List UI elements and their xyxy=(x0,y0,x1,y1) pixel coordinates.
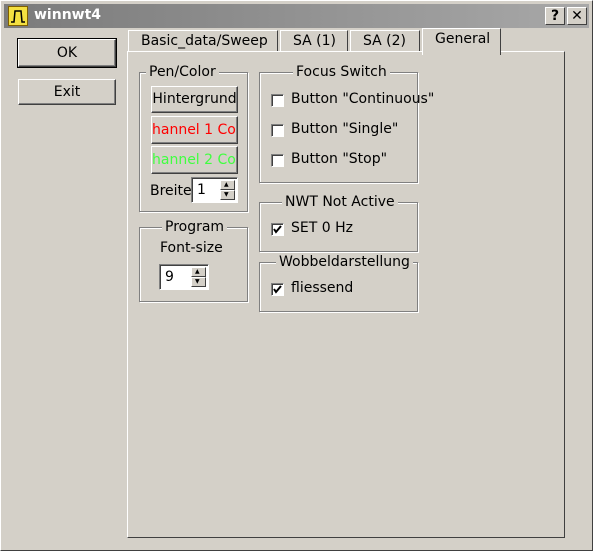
program-group: Program Font-size 9 ▲ ▼ xyxy=(139,219,248,302)
continuous-checkbox[interactable] xyxy=(271,94,284,107)
width-label: Breite xyxy=(150,183,192,199)
set-0hz-checkbox[interactable] xyxy=(271,223,284,236)
channel-2-color-button[interactable]: hannel 2 Colo xyxy=(151,146,238,174)
wobbel-title: Wobbeldarstellung xyxy=(276,254,413,270)
stop-label: Button "Stop" xyxy=(291,151,388,167)
focus-switch-title: Focus Switch xyxy=(293,64,390,80)
font-size-label: Font-size xyxy=(160,240,223,256)
wobbel-group: Wobbeldarstellung fliessend xyxy=(259,254,418,312)
program-title: Program xyxy=(162,219,228,235)
single-checkbox[interactable] xyxy=(271,124,284,137)
tab-general[interactable]: General xyxy=(422,28,501,55)
channel-1-color-button[interactable]: hannel 1 Colo xyxy=(151,116,238,144)
title-bar[interactable]: winnwt4 ? ✕ xyxy=(4,4,589,28)
dialog-window: winnwt4 ? ✕ OK Exit Basic_data/Sweep SA … xyxy=(0,0,593,551)
tab-label: SA (2) xyxy=(363,33,407,49)
close-button[interactable]: ✕ xyxy=(567,7,587,25)
focus-switch-group: Focus Switch Button "Continuous" Button … xyxy=(259,64,434,183)
width-value: 1 xyxy=(197,182,206,198)
font-size-value: 9 xyxy=(165,269,174,285)
checkmark-icon xyxy=(273,225,282,234)
continuous-label: Button "Continuous" xyxy=(291,91,435,107)
pen-color-group: Pen/Color Hintergrund hannel 1 Colo hann… xyxy=(139,64,248,212)
window-title: winnwt4 xyxy=(34,7,102,23)
tab-basic-data-sweep[interactable]: Basic_data/Sweep xyxy=(128,30,278,52)
pen-color-title: Pen/Color xyxy=(146,64,219,80)
nwt-not-active-title: NWT Not Active xyxy=(282,194,398,210)
spin-down-icon[interactable]: ▼ xyxy=(220,190,235,200)
spin-up-icon[interactable]: ▲ xyxy=(191,267,206,277)
background-color-button[interactable]: Hintergrund xyxy=(151,86,238,113)
tab-sa-2[interactable]: SA (2) xyxy=(350,30,420,52)
exit-button[interactable]: Exit xyxy=(18,79,116,105)
general-tab-panel: Pen/Color Hintergrund hannel 1 Colo hann… xyxy=(127,51,565,538)
spin-up-icon[interactable]: ▲ xyxy=(220,180,235,190)
app-icon xyxy=(8,6,28,26)
tab-label: Basic_data/Sweep xyxy=(141,33,268,49)
tab-sa-1[interactable]: SA (1) xyxy=(280,30,348,52)
stop-checkbox[interactable] xyxy=(271,154,284,167)
font-size-spinbox[interactable]: 9 ▲ ▼ xyxy=(159,264,209,290)
help-button[interactable]: ? xyxy=(545,7,565,25)
set-0hz-label: SET 0 Hz xyxy=(291,220,353,236)
width-spinbox[interactable]: 1 ▲ ▼ xyxy=(191,177,238,203)
spin-down-icon[interactable]: ▼ xyxy=(191,277,206,287)
single-label: Button "Single" xyxy=(291,121,399,137)
nwt-not-active-group: NWT Not Active SET 0 Hz xyxy=(259,194,418,252)
fliessend-label: fliessend xyxy=(291,280,354,296)
fliessend-checkbox[interactable] xyxy=(271,283,284,296)
ok-button[interactable]: OK xyxy=(17,38,117,68)
checkmark-icon xyxy=(273,285,282,294)
tab-label: General xyxy=(435,31,491,47)
tab-label: SA (1) xyxy=(293,33,337,49)
